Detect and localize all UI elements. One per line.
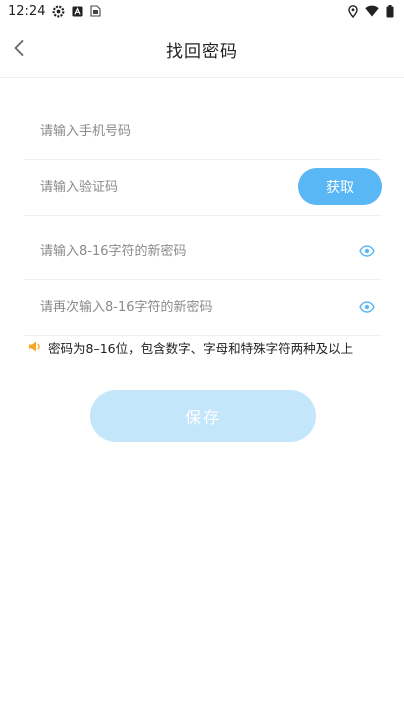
password-hint: 密码为8–16位，包含数字、字母和特殊字符两种及以上 — [28, 338, 388, 357]
new-password-input[interactable] — [24, 244, 284, 259]
status-left: 12:24 — [8, 3, 102, 19]
save-button[interactable]: 保存 — [90, 390, 316, 442]
status-bar: 12:24 — [0, 0, 404, 22]
get-code-button[interactable]: 获取 — [298, 168, 382, 205]
speaker-icon — [28, 340, 42, 356]
sim-icon — [90, 5, 102, 17]
code-field-row: 获取 — [24, 160, 382, 216]
a-square-icon — [72, 5, 84, 17]
confirm-password-row — [24, 280, 382, 336]
wifi-icon — [365, 5, 379, 17]
page-title: 找回密码 — [166, 42, 238, 62]
password-hint-text: 密码为8–16位，包含数字、字母和特殊字符两种及以上 — [48, 341, 354, 356]
eye-icon[interactable] — [358, 242, 376, 260]
phone-field-row — [24, 104, 382, 160]
back-button[interactable] — [6, 36, 32, 64]
location-icon — [348, 4, 358, 18]
reset-password-form: 获取 — [24, 104, 382, 336]
settings-gear-icon — [52, 5, 65, 18]
phone-input[interactable] — [24, 124, 284, 139]
status-time: 12:24 — [8, 3, 46, 19]
nav-bar: 找回密码 — [0, 22, 404, 78]
confirm-password-input[interactable] — [24, 300, 284, 315]
battery-icon — [386, 4, 394, 18]
status-right — [348, 4, 394, 18]
eye-icon[interactable] — [358, 298, 376, 316]
new-password-row — [24, 224, 382, 280]
chevron-left-icon — [13, 39, 25, 61]
verification-code-input[interactable] — [24, 180, 284, 195]
